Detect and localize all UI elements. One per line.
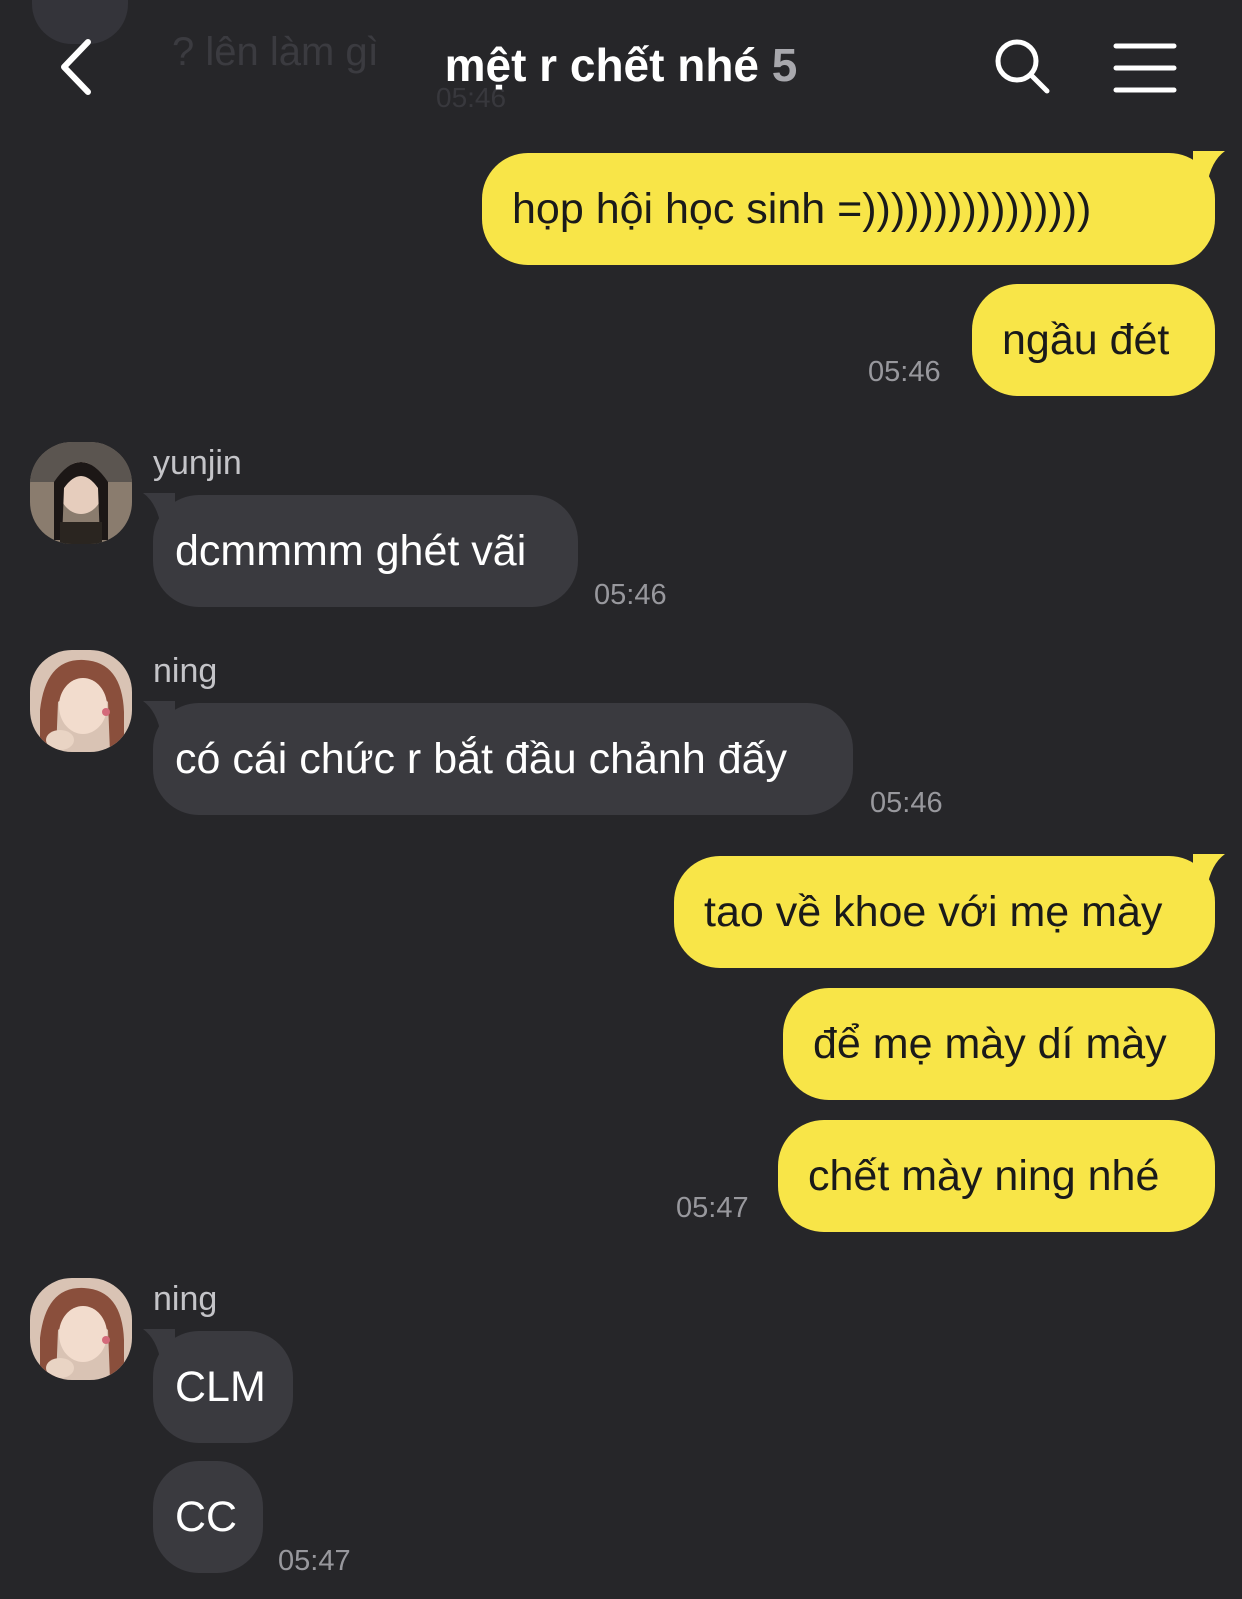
message-text: CLM [175,1363,266,1411]
message-timestamp: 05:47 [278,1545,351,1577]
my-message-bubble[interactable]: chết mày ning nhé [778,1120,1215,1232]
my-message-bubble[interactable]: để mẹ mày dí mày [783,988,1215,1100]
bubble-tail [1193,854,1225,888]
message-timestamp: 05:46 [594,579,667,611]
bubble-tail [143,1329,175,1363]
member-count: 5 [771,39,798,91]
message-text: họp hội học sinh =)))))))))))))))) [512,185,1092,233]
bubble-tail [143,493,175,527]
avatar-yunjin[interactable] [30,442,132,544]
message-text: ngầu đét [1002,316,1170,364]
message-text: chết mày ning nhé [808,1152,1160,1200]
search-icon [995,39,1050,94]
my-message-bubble[interactable]: tao về khoe với mẹ mày [674,854,1225,968]
their-message-bubble[interactable]: CLM [143,1329,293,1443]
message-text: có cái chức r bắt đầu chảnh đấy [175,735,788,783]
their-message-bubble[interactable]: có cái chức r bắt đầu chảnh đấy [143,701,853,815]
their-message-bubble[interactable]: CC [153,1461,263,1573]
avatar-ning-image [30,650,132,752]
message-timestamp: 05:46 [870,787,943,819]
chat-header: mệt r chết nhé 5 [0,0,1242,130]
my-message-bubble[interactable]: họp hội học sinh =)))))))))))))))) [482,151,1225,265]
sender-name: yunjin [153,444,242,482]
message-text: để mẹ mày dí mày [813,1020,1167,1068]
sender-name: ning [153,1280,218,1318]
menu-button[interactable] [1112,40,1178,96]
their-message-bubble[interactable]: dcmmmm ghét vãi [143,493,578,607]
sender-name: ning [153,652,218,690]
message-text: tao về khoe với mẹ mày [704,888,1163,936]
message-timestamp: 05:47 [676,1192,749,1224]
my-message-bubble[interactable]: ngầu đét [972,284,1215,396]
bubble-tail [143,701,175,735]
avatar-ning-image [30,1278,132,1380]
hamburger-menu-icon [1113,43,1177,93]
search-button[interactable] [990,34,1054,98]
avatar-yunjin-image [30,442,132,544]
message-text: dcmmmm ghét vãi [175,527,527,575]
message-timestamp: 05:46 [868,356,941,388]
avatar-ning[interactable] [30,1278,132,1380]
chat-name: mệt r chết nhé [444,39,760,91]
bubble-tail [1193,151,1225,185]
chat-title: mệt r chết nhé 5 [0,38,1242,92]
avatar-ning[interactable] [30,650,132,752]
message-text: CC [175,1493,238,1541]
